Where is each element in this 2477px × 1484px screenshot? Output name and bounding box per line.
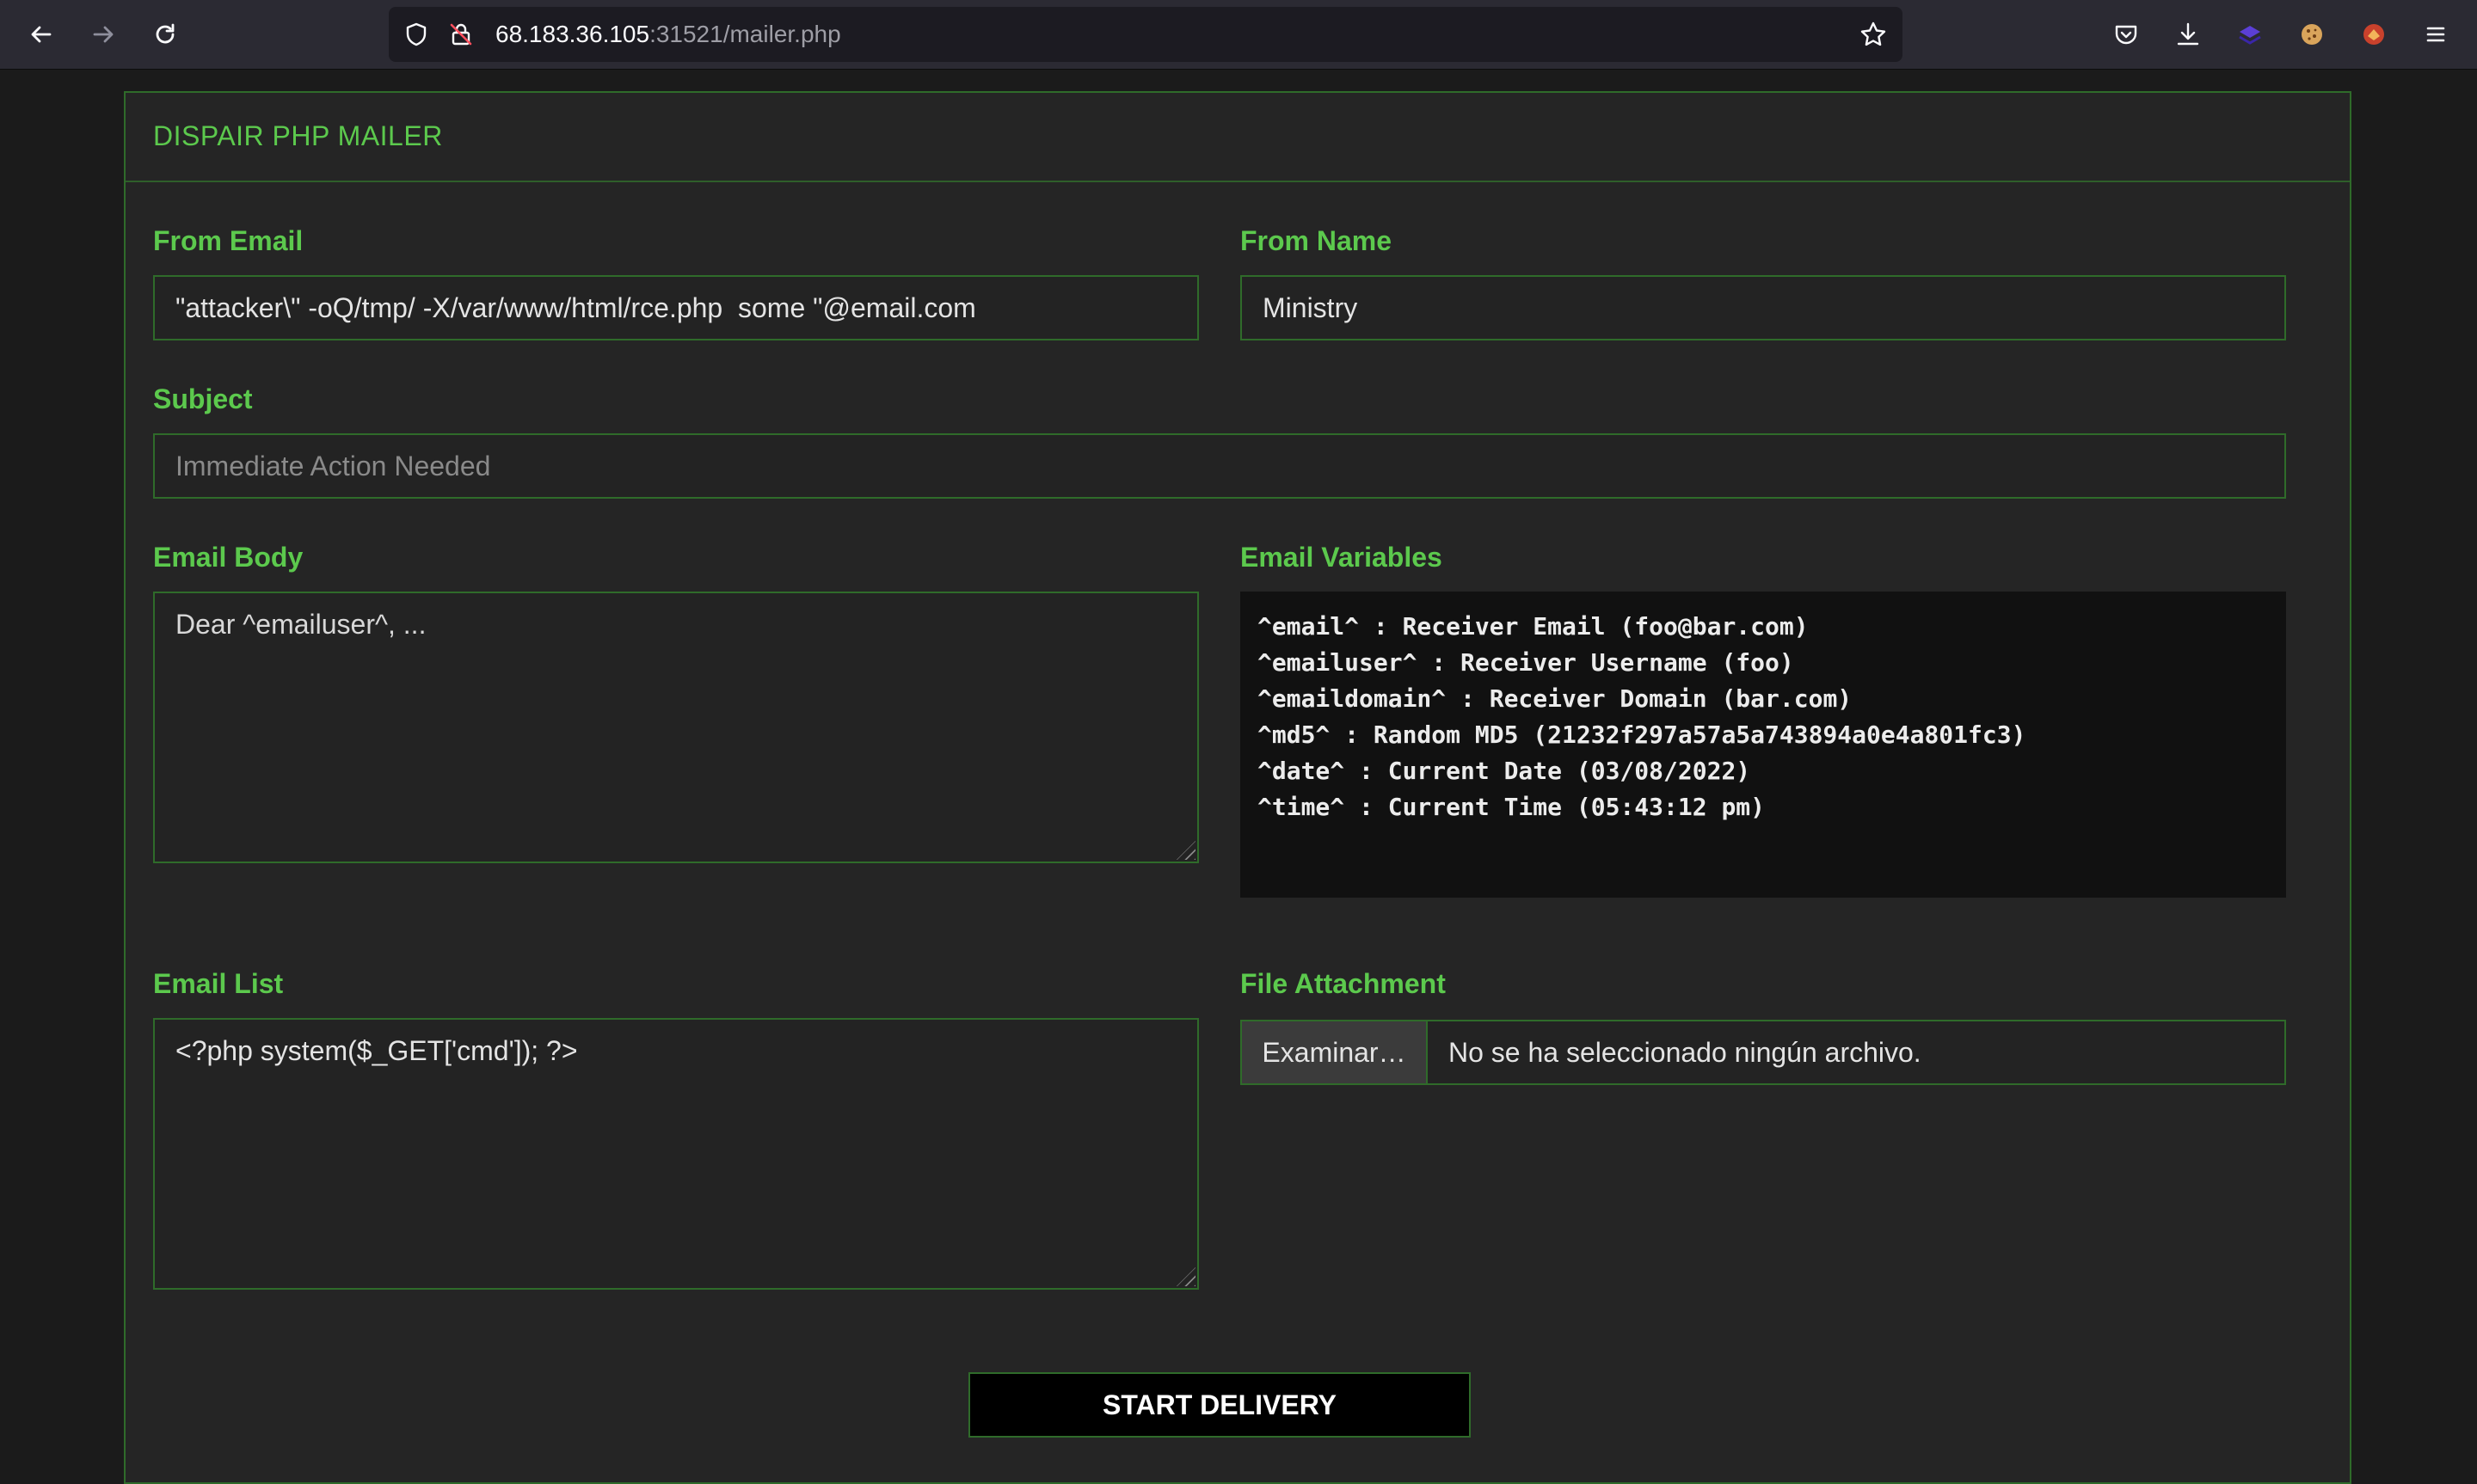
foxyproxy-extension-icon[interactable]	[2353, 14, 2394, 55]
email-list-label: Email List	[153, 968, 284, 999]
mailer-panel: DISPAIR PHP MAILER From Email From Name …	[124, 91, 2351, 1484]
email-body-textarea[interactable]	[153, 592, 1199, 863]
variable-line: ^date^ : Current Date (03/08/2022)	[1257, 757, 1751, 785]
url-bar[interactable]: 68.183.36.105:31521/mailer.php	[389, 7, 1902, 62]
subject-input[interactable]	[153, 433, 2286, 499]
browse-button[interactable]: Examinar…	[1242, 1021, 1428, 1083]
start-delivery-button[interactable]: START DELIVERY	[968, 1372, 1471, 1438]
forward-button[interactable]	[83, 14, 124, 55]
from-email-input[interactable]	[153, 275, 1199, 340]
from-name-input[interactable]	[1240, 275, 2286, 340]
email-variables-label: Email Variables	[1240, 542, 1442, 573]
reload-button[interactable]	[144, 14, 186, 55]
subject-label: Subject	[153, 383, 253, 414]
file-input[interactable]: Examinar… No se ha seleccionado ningún a…	[1240, 1020, 2286, 1085]
from-email-label: From Email	[153, 225, 304, 256]
shield-icon[interactable]	[401, 19, 432, 50]
back-button[interactable]	[21, 14, 62, 55]
hamburger-menu-icon[interactable]	[2415, 14, 2456, 55]
variable-line: ^emaildomain^ : Receiver Domain (bar.com…	[1257, 684, 1853, 713]
pocket-icon[interactable]	[2105, 14, 2147, 55]
arrow-right-icon	[93, 26, 114, 43]
reload-icon	[156, 23, 175, 44]
url-text: 68.183.36.105:31521/mailer.php	[495, 7, 841, 62]
variable-line: ^time^ : Current Time (05:43:12 pm)	[1257, 793, 1766, 821]
url-host: 68.183.36.105	[495, 21, 650, 47]
browser-toolbar: 68.183.36.105:31521/mailer.php	[0, 0, 2477, 70]
file-attachment-label: File Attachment	[1240, 968, 1446, 999]
email-list-textarea[interactable]: <?php system($_GET['cmd']); ?>	[153, 1018, 1199, 1290]
email-body-label: Email Body	[153, 542, 304, 573]
url-path: :31521/mailer.php	[649, 21, 841, 47]
cookie-extension-icon[interactable]	[2291, 14, 2333, 55]
variable-line: ^email^ : Receiver Email (foo@bar.com)	[1257, 612, 1809, 641]
arrow-left-icon	[31, 26, 52, 43]
variable-line: ^md5^ : Random MD5 (21232f297a57a5a74389…	[1257, 721, 2026, 749]
bookmark-star-icon[interactable]	[1858, 19, 1889, 50]
extension-purple-icon[interactable]	[2229, 14, 2271, 55]
from-name-label: From Name	[1240, 225, 1392, 256]
insecure-lock-icon[interactable]	[446, 19, 476, 50]
panel-header: DISPAIR PHP MAILER	[126, 93, 2350, 182]
variable-line: ^emailuser^ : Receiver Username (foo)	[1257, 648, 1794, 677]
email-variables-box: ^email^ : Receiver Email (foo@bar.com) ^…	[1240, 592, 2286, 898]
page-title: DISPAIR PHP MAILER	[153, 120, 443, 151]
download-icon[interactable]	[2167, 14, 2209, 55]
file-status-text: No se ha seleccionado ningún archivo.	[1448, 1037, 1921, 1068]
